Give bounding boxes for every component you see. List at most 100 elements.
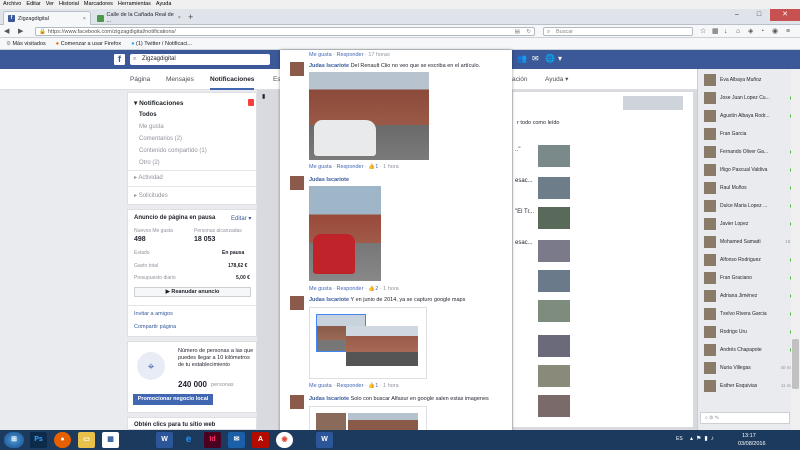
library-icon[interactable]: ▦ xyxy=(712,27,719,36)
menu-ver[interactable]: Ver xyxy=(46,0,54,9)
menu-marcadores[interactable]: Marcadores xyxy=(84,0,113,9)
avatar[interactable] xyxy=(290,62,304,76)
chat-contact[interactable]: Eva Albaya Muñoz xyxy=(704,72,794,87)
messages-icon[interactable]: ✉ xyxy=(532,54,539,63)
like-link[interactable]: Me gusta xyxy=(309,383,332,389)
avatar[interactable] xyxy=(290,395,304,409)
download-icon[interactable]: ↓ xyxy=(724,27,728,36)
comment-photo-red-car[interactable] xyxy=(309,186,381,281)
reply-link[interactable]: Responder xyxy=(337,383,364,389)
outlook-icon[interactable]: ✉ xyxy=(228,432,245,448)
close-tab-icon[interactable]: × xyxy=(178,15,181,21)
globe-icon[interactable]: 🌐 xyxy=(545,54,555,63)
like-link[interactable]: Me gusta xyxy=(309,164,332,170)
settings-dropdown-icon[interactable]: ▾ xyxy=(558,54,562,63)
filter-contenido-compartido[interactable]: Contenido compartido (1) xyxy=(139,148,207,154)
tab-notificaciones[interactable]: Notificaciones xyxy=(210,69,255,90)
mark-all-read-link[interactable]: r todo como leído xyxy=(517,120,560,126)
bookmark-star-icon[interactable]: ☆ xyxy=(700,27,706,36)
chat-contact[interactable]: Fran Graciano xyxy=(704,270,794,285)
chat-icon[interactable]: ◔ xyxy=(760,27,764,36)
filter-me-gusta[interactable]: Me gusta xyxy=(139,124,164,130)
url-input[interactable]: 🔒 https://www.facebook.com/zigzagdigital… xyxy=(35,27,535,36)
menu-icon[interactable]: ≡ xyxy=(786,27,790,36)
activity-item[interactable]: ▸ Actividad xyxy=(134,174,163,181)
filter-comentarios[interactable]: Comentarios (2) xyxy=(139,136,182,142)
ad-edit-link[interactable]: Editar ▾ xyxy=(231,215,251,222)
chat-search-input[interactable]: ⌕ ⚙ ✎ xyxy=(700,412,790,424)
chat-contact[interactable]: Iñigo Pascual Valdiva xyxy=(704,162,794,177)
comment-photo-alfasur[interactable] xyxy=(309,406,427,433)
back-icon[interactable]: ◀ xyxy=(4,27,9,36)
friends-icon[interactable]: 👥 xyxy=(517,54,527,63)
home-icon[interactable]: ⌂ xyxy=(736,27,740,36)
tab-pagina[interactable]: Página xyxy=(130,69,150,90)
chat-contact[interactable]: Javier Lopez xyxy=(704,216,794,231)
clock-time[interactable]: 13:17 xyxy=(742,433,756,439)
like-link[interactable]: Me gusta xyxy=(309,52,332,58)
reply-link[interactable]: Responder xyxy=(337,52,364,58)
scrollbar-thumb[interactable] xyxy=(792,339,799,389)
facebook-logo-icon[interactable]: f xyxy=(114,54,125,65)
chrome-icon[interactable]: ◉ xyxy=(772,27,778,36)
tab-mensajes[interactable]: Mensajes xyxy=(166,69,194,90)
commenter-name[interactable]: Judas Iscariote xyxy=(309,63,349,69)
share-page-link[interactable]: Compartir página xyxy=(134,324,176,330)
chat-contact[interactable]: Esther Esquivias 11 min xyxy=(704,378,794,393)
menu-archivo[interactable]: Archivo xyxy=(3,0,21,9)
tray-icons[interactable]: ▴⚑▮♪ xyxy=(690,435,717,442)
chat-contact[interactable]: Rodrigo Uru xyxy=(704,324,794,339)
explorer-window-icon[interactable]: ▦ xyxy=(102,432,119,448)
acrobat-icon[interactable]: A xyxy=(252,432,269,448)
bookmark-twitter[interactable]: ● (1) Twitter / Notificaci... xyxy=(131,38,192,49)
tab-ayuda[interactable]: Ayuda ▾ xyxy=(545,69,568,90)
forward-icon[interactable]: ▶ xyxy=(18,27,23,36)
chat-contact[interactable]: Andrés Chapapote xyxy=(704,342,794,357)
bookmark-mas-visitados[interactable]: ⚙ Más visitados xyxy=(6,38,46,49)
resume-ad-button[interactable]: ▶ Reanudar anuncio xyxy=(134,287,251,297)
invite-friends-link[interactable]: Invitar a amigos xyxy=(134,311,173,317)
pocket-icon[interactable]: ◈ xyxy=(748,27,753,36)
reload-icon[interactable]: ↻ xyxy=(526,28,531,36)
language-indicator[interactable]: ES xyxy=(676,436,683,442)
bookmark-comenzar-firefox[interactable]: ● Comenzar a usar Firefox xyxy=(56,38,121,49)
promote-local-business-button[interactable]: Promocionar negocio local xyxy=(133,394,213,405)
comment-photo-google-maps[interactable] xyxy=(309,307,427,379)
filter-todos[interactable]: Todos xyxy=(139,112,157,118)
tab-configuracion[interactable]: ación xyxy=(512,69,528,90)
close-tab-icon[interactable]: × xyxy=(83,16,86,22)
chat-contact[interactable]: Agustín Albaya Rodr... xyxy=(704,108,794,123)
like-link[interactable]: Me gusta xyxy=(309,286,332,292)
reply-link[interactable]: Responder xyxy=(337,286,364,292)
chat-contact[interactable]: Nuria Villegas 40 min xyxy=(704,360,794,375)
tab-zigzagdigital[interactable]: f Zigzagdigital × xyxy=(3,11,91,25)
chat-contact[interactable]: Jose Juan Lopez Cu... xyxy=(704,90,794,105)
chat-contact[interactable]: Raul Muños xyxy=(704,180,794,195)
chat-contact[interactable]: Fran Garcia xyxy=(704,126,794,141)
close-window-icon[interactable]: ✕ xyxy=(770,9,800,21)
chrome-icon[interactable]: ◉ xyxy=(276,432,293,448)
avatar[interactable] xyxy=(290,296,304,310)
minimize-icon[interactable]: – xyxy=(726,9,748,21)
firefox-icon[interactable]: ● xyxy=(54,432,71,448)
chat-contact[interactable]: Fernando Oliver Ga... xyxy=(704,144,794,159)
menu-ayuda[interactable]: Ayuda xyxy=(156,0,172,9)
menu-editar[interactable]: Editar xyxy=(26,0,40,9)
requests-item[interactable]: ▸ Solicitudes xyxy=(134,192,168,199)
reader-icon[interactable]: ▤ xyxy=(515,28,520,36)
menu-herramientas[interactable]: Herramientas xyxy=(118,0,151,9)
internet-explorer-icon[interactable]: e xyxy=(180,432,197,448)
photoshop-icon[interactable]: Ps xyxy=(30,432,47,448)
commenter-name[interactable]: Judas Iscariote xyxy=(309,297,349,303)
tab-calle-canada[interactable]: Calle de la Cañada Real de ... × xyxy=(93,11,185,25)
chat-contact[interactable]: Alfonso Rodriguez xyxy=(704,252,794,267)
word-icon[interactable]: W xyxy=(156,432,173,448)
start-button[interactable]: ⊞ xyxy=(4,432,24,448)
page-scrollbar[interactable] xyxy=(791,69,800,430)
comment-photo-renault[interactable] xyxy=(309,72,429,160)
chat-contact[interactable]: Adriana Jiménez xyxy=(704,288,794,303)
clock-date[interactable]: 03/08/2016 xyxy=(738,441,766,447)
indesign-icon[interactable]: Id xyxy=(204,432,221,448)
chat-contact[interactable]: Dulce Maria Lopez ... xyxy=(704,198,794,213)
new-tab-button[interactable]: + xyxy=(188,12,193,22)
